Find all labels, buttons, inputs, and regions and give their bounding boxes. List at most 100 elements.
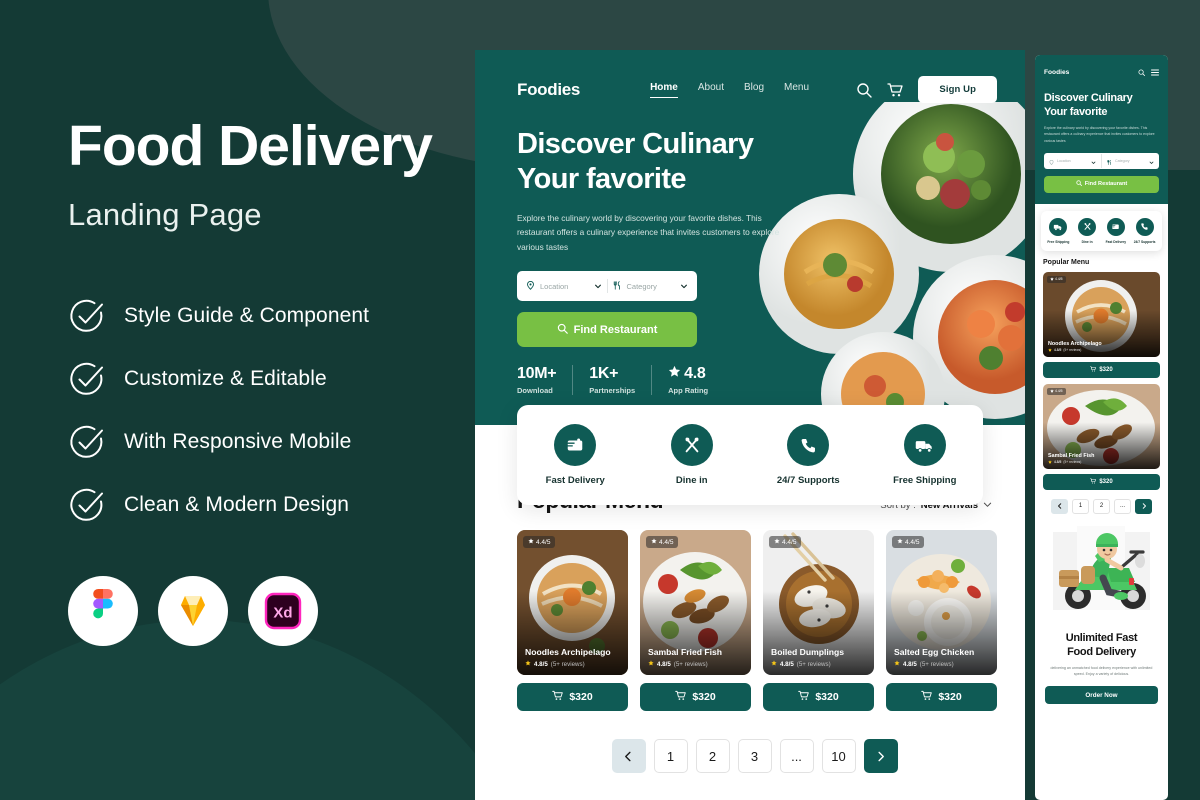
pagination-ellipsis[interactable]: ... <box>779 739 814 773</box>
hero-section: Foodies Home About Blog Menu Sign Up Dis… <box>475 50 1025 425</box>
star-icon <box>525 660 531 668</box>
stat-value-wrap: 4.8 <box>668 365 708 383</box>
mobile-mockup: Foodies Discover Culinary Your favorite … <box>1035 55 1168 800</box>
card-review-count: (5+ reviews) <box>1063 348 1082 353</box>
feature-support[interactable]: 24/7 Supports <box>750 424 867 486</box>
mobile-category-select[interactable]: Category <box>1107 152 1154 170</box>
mobile-promo-description: delivering an unmatched food delivery ex… <box>1050 665 1153 676</box>
fork-spoon-icon <box>1078 217 1097 236</box>
mobile-location-select[interactable]: Location <box>1049 152 1096 170</box>
search-icon[interactable] <box>856 82 873 98</box>
card-price: $320 <box>1099 366 1113 373</box>
pagination-ellipsis[interactable]: ... <box>1114 498 1131 514</box>
add-to-cart-button[interactable]: $320 <box>517 683 628 711</box>
cart-icon <box>675 690 687 704</box>
feature-free-shipping[interactable]: Free Shipping <box>867 424 984 486</box>
poster-stage: Food Delivery Landing Page Style Guide &… <box>0 0 1200 800</box>
card-rating: 4.8/5 (5+ reviews) <box>1048 459 1094 465</box>
add-to-cart-button[interactable]: $320 <box>1043 473 1160 490</box>
stat-app-rating: 4.8 App Rating <box>652 365 724 395</box>
map-pin-icon <box>526 277 535 295</box>
mobile-location-value: Location <box>1057 158 1071 163</box>
pagination-prev-button[interactable] <box>611 739 646 773</box>
card-meta: Sambal Fried Fish 4.8/5 (5+ reviews) <box>648 647 722 668</box>
pagination-page-10[interactable]: 10 <box>821 739 856 773</box>
mobile-feature-fast-delivery[interactable]: Fast Delivery <box>1102 217 1131 244</box>
location-select[interactable]: Location <box>526 277 602 295</box>
mobile-feature-support[interactable]: 24/7 Supports <box>1130 217 1159 244</box>
stat-label: Download <box>517 386 553 396</box>
card-badge-value: 4.4/5 <box>659 538 674 546</box>
chevron-down-icon <box>983 500 992 512</box>
find-restaurant-button[interactable]: Find Restaurant <box>517 312 697 348</box>
card-rating-value: 4.8/5 <box>1054 460 1062 465</box>
pagination-page-1[interactable]: 1 <box>1072 498 1089 514</box>
pagination-next-button[interactable] <box>1135 498 1152 514</box>
pagination-next-button[interactable] <box>863 739 898 773</box>
mobile-menu-card[interactable]: 4.4/5 Noodles Archipelago 4.8/5 (5+ revi… <box>1043 271 1160 378</box>
menu-card[interactable]: 4.4/5 Boiled Dumplings 4.8/5 (5+ reviews… <box>763 530 874 711</box>
search-icon[interactable] <box>1138 63 1145 81</box>
card-title: Sambal Fried Fish <box>1048 452 1095 459</box>
pagination-page-1[interactable]: 1 <box>653 739 688 773</box>
signup-button[interactable]: Sign Up <box>918 76 997 103</box>
delivery-box-icon <box>1106 217 1125 236</box>
add-to-cart-button[interactable]: $320 <box>763 683 874 711</box>
star-icon <box>528 538 534 546</box>
card-review-count: (5+ reviews) <box>550 660 585 668</box>
mobile-promo-title: Unlimited Fast Food Delivery <box>1045 631 1158 659</box>
pagination-prev-button[interactable] <box>1051 498 1068 514</box>
mobile-feature-free-shipping[interactable]: Free Shipping <box>1044 217 1073 244</box>
location-value: Location <box>540 281 569 291</box>
card-meta: Noodles Archipelago 4.8/5 (5+ reviews) <box>1048 341 1102 353</box>
chevron-down-icon <box>1149 152 1154 170</box>
nav-link-menu[interactable]: Menu <box>784 82 809 98</box>
card-image: 4.4/5 Noodles Archipelago 4.8/5 (5+ revi… <box>1043 271 1160 357</box>
cart-icon <box>921 690 933 704</box>
add-to-cart-button[interactable]: $320 <box>886 683 997 711</box>
add-to-cart-button[interactable]: $320 <box>1043 361 1160 378</box>
cart-icon[interactable] <box>887 82 904 98</box>
order-now-button[interactable]: Order Now <box>1045 686 1158 704</box>
feature-fast-delivery[interactable]: Fast Delivery <box>517 424 634 486</box>
card-review-count: (5+ reviews) <box>1063 460 1082 465</box>
hamburger-menu-icon[interactable] <box>1151 63 1159 81</box>
menu-card[interactable]: 4.4/5 Noodles Archipelago 4.8/5 (5+ revi… <box>517 530 628 711</box>
menu-card[interactable]: 4.4/5 Salted Egg Chicken 4.8/5 (5+ revie… <box>886 530 997 711</box>
hero-search-bar[interactable]: Location Category <box>517 271 697 302</box>
nav-link-about[interactable]: About <box>698 82 724 98</box>
list-item-label: Clean & Modern Design <box>124 493 350 516</box>
mobile-promo-title-line2: Food Delivery <box>1067 645 1136 658</box>
add-to-cart-button[interactable]: $320 <box>640 683 751 711</box>
pagination-page-2[interactable]: 2 <box>695 739 730 773</box>
card-review-count: (5+ reviews) <box>673 660 708 668</box>
mobile-feature-dine-in[interactable]: Dine in <box>1073 217 1102 244</box>
search-icon <box>557 323 568 337</box>
nav-link-blog[interactable]: Blog <box>744 82 764 98</box>
category-select[interactable]: Category <box>613 277 689 295</box>
menu-card[interactable]: 4.4/5 Sambal Fried Fish 4.8/5 (5+ review… <box>640 530 751 711</box>
mobile-hero-description: Explore the culinary world by discoverin… <box>1044 126 1155 143</box>
feature-label: 24/7 Supports <box>776 475 840 486</box>
desktop-navbar: Foodies Home About Blog Menu Sign Up <box>475 50 1025 103</box>
stat-value: 4.8 <box>684 365 706 383</box>
card-badge-value: 4.4/5 <box>782 538 797 546</box>
mobile-menu-card[interactable]: 4.4/5 Sambal Fried Fish 4.8/5 (5+ review… <box>1043 383 1160 490</box>
hero-title-line1: Discover Culinary <box>517 128 754 160</box>
pagination-page-2[interactable]: 2 <box>1093 498 1110 514</box>
mobile-hero-title-line2: Your favorite <box>1044 105 1108 118</box>
nav-link-home[interactable]: Home <box>650 82 678 98</box>
star-icon <box>651 538 657 546</box>
card-rating: 4.8/5 (5+ reviews) <box>771 660 844 668</box>
list-item: Customize & Editable <box>68 360 480 398</box>
brand-logo[interactable]: Foodies <box>517 80 580 100</box>
hero-description: Explore the culinary world by discoverin… <box>517 212 780 252</box>
mobile-find-restaurant-button[interactable]: Find Restaurant <box>1044 175 1159 193</box>
pagination-page-3[interactable]: 3 <box>737 739 772 773</box>
feature-dine-in[interactable]: Dine in <box>634 424 751 486</box>
card-meta: Noodles Archipelago 4.8/5 (5+ reviews) <box>525 647 611 668</box>
mobile-search-bar[interactable]: Location Category <box>1044 152 1159 170</box>
star-icon <box>668 365 681 383</box>
mobile-popular-menu-section: Popular Menu 4.4/5 Noodles Archipelago 4… <box>1035 251 1168 514</box>
brand-logo[interactable]: Foodies <box>1044 69 1069 76</box>
